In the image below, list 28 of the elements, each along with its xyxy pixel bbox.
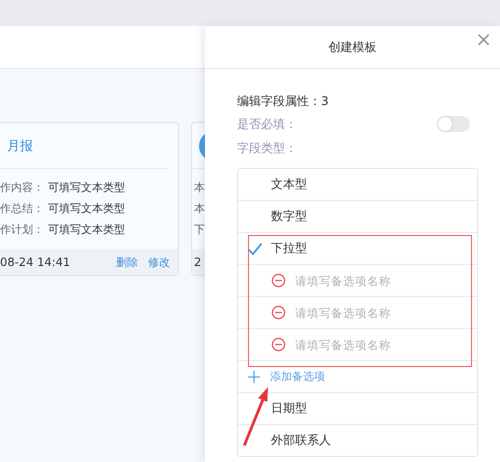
section-heading: 编辑字段属性：3 <box>237 93 330 110</box>
type-option[interactable]: 数字型 <box>238 200 477 232</box>
remove-icon[interactable] <box>271 305 286 320</box>
card-title: 月报 <box>6 138 33 154</box>
required-label: 是否必填： <box>237 116 297 132</box>
timestamp: 2 <box>194 255 202 269</box>
field-value: 可填写文本类型 <box>48 201 125 216</box>
required-toggle[interactable] <box>437 116 470 132</box>
check-icon <box>247 240 263 256</box>
timestamp: 08-24 14:41 <box>0 255 70 269</box>
field-label: 作内容： <box>0 180 44 195</box>
option-input-field[interactable]: 请填写备选项名称 <box>295 306 465 320</box>
drawer-title: 创建模板 <box>328 38 376 56</box>
option-input-field[interactable]: 请填写备选项名称 <box>295 274 465 288</box>
field-label: 本 <box>194 201 205 216</box>
option-input-field[interactable]: 请填写备选项名称 <box>295 338 465 352</box>
type-option[interactable]: 下拉型 <box>238 232 477 264</box>
field-value: 可填写文本类型 <box>48 180 125 195</box>
field-label: 作计划： <box>0 222 44 237</box>
type-label: 字段类型： <box>237 140 298 157</box>
plus-icon <box>247 370 261 384</box>
type-option[interactable]: 文本型 <box>238 169 477 200</box>
field-value: 可填写文本类型 <box>48 222 125 237</box>
remove-icon[interactable] <box>271 273 286 288</box>
field-label: 下 <box>194 222 205 237</box>
field-label: 作总结： <box>0 201 44 216</box>
field-label: 本 <box>194 180 205 195</box>
remove-icon[interactable] <box>271 337 286 352</box>
